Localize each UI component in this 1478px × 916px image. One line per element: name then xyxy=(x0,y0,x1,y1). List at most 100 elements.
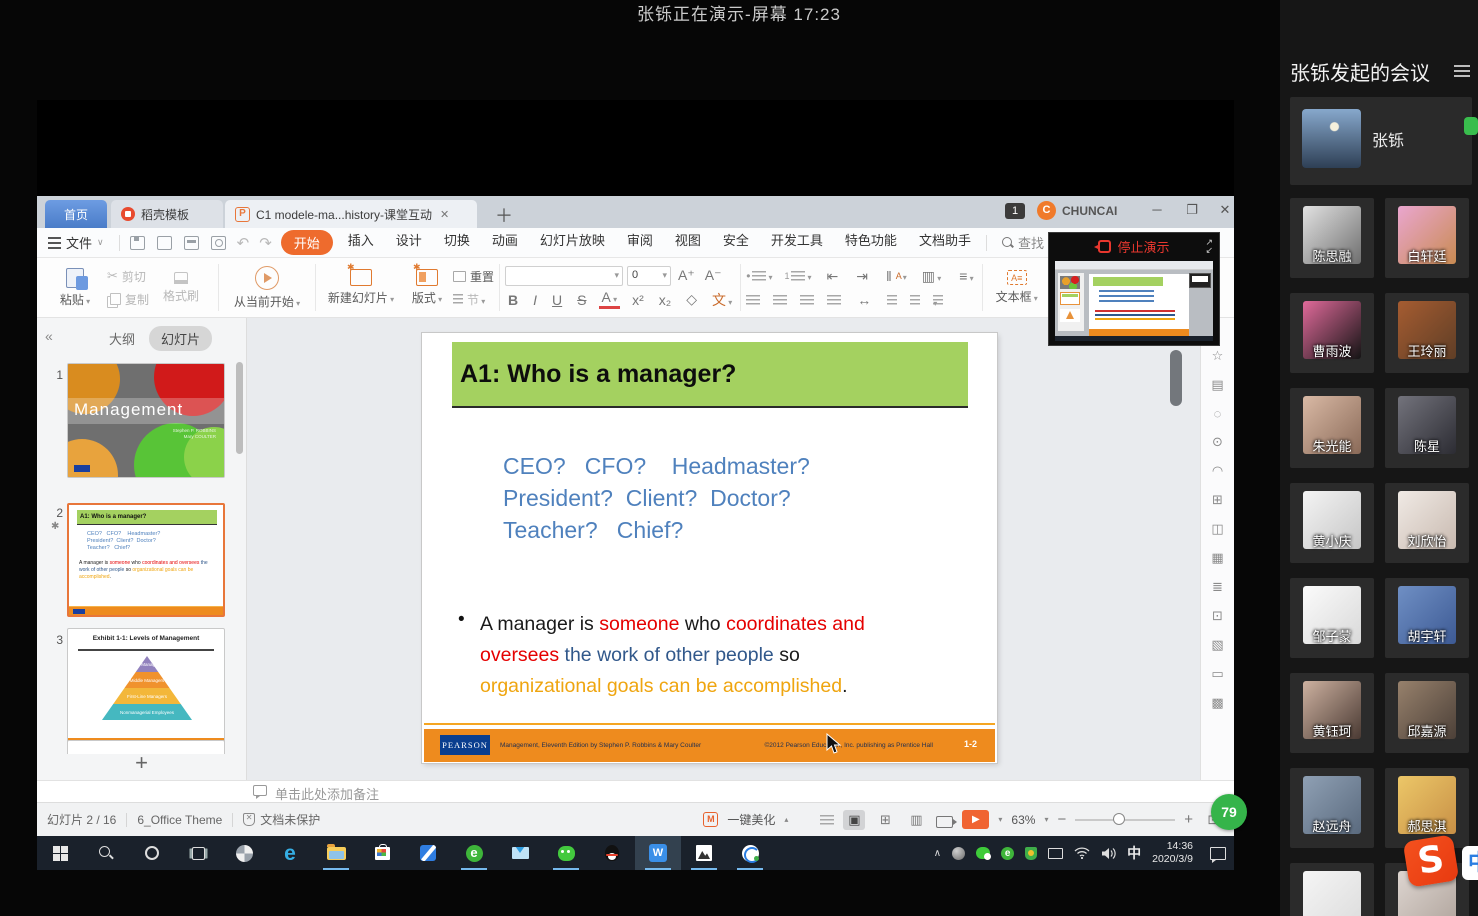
undo-icon[interactable]: ↶ xyxy=(237,234,250,252)
tray-browser-icon[interactable]: e xyxy=(1001,847,1014,860)
taskbar-app-edge[interactable]: e xyxy=(267,836,313,870)
theme-name[interactable]: 6_Office Theme xyxy=(137,813,222,827)
participant-tile[interactable]: 白轩廷 xyxy=(1385,198,1469,278)
current-slide[interactable]: A1: Who is a manager? CEO? CFO? Headmast… xyxy=(422,333,997,763)
menu-item[interactable]: 文档助手 xyxy=(908,230,982,255)
taskbar-app-360[interactable] xyxy=(221,836,267,870)
bullet-list-button[interactable]: • xyxy=(746,269,772,283)
menu-item[interactable]: 幻灯片放映 xyxy=(529,230,616,255)
align-left-button[interactable] xyxy=(746,295,760,305)
image-pane-icon[interactable]: ▩ xyxy=(1211,695,1223,711)
comment-pane-icon[interactable]: ▭ xyxy=(1211,666,1223,682)
wps-restore-button[interactable]: ❐ xyxy=(1182,202,1202,218)
display-options-button[interactable] xyxy=(820,815,834,825)
slide-thumbnail-2-selected[interactable]: A1: Who is a manager? CEO? CFO? Headmast… xyxy=(67,503,225,617)
tray-orb-icon[interactable] xyxy=(952,847,965,860)
taskbar-search-button[interactable] xyxy=(83,836,129,870)
justify-button[interactable] xyxy=(827,295,841,305)
participant-tile[interactable]: 赵远舟 xyxy=(1290,768,1374,848)
new-slide-button[interactable]: 新建幻灯片 xyxy=(321,262,401,313)
cut-button[interactable]: ✂剪切 xyxy=(107,268,149,285)
participant-tile[interactable]: 陈星 xyxy=(1385,388,1469,468)
sogou-ime-overlay[interactable]: S 中 xyxy=(1406,838,1478,884)
reading-view-button[interactable]: ▥ xyxy=(905,810,927,830)
wps-close-button[interactable]: ✕ xyxy=(1215,202,1235,218)
stop-presenting-button[interactable]: 停止演示 xyxy=(1049,233,1219,259)
participant-tile[interactable]: 曹雨波 xyxy=(1290,293,1374,373)
taskbar-app-mail[interactable] xyxy=(497,836,543,870)
export-icon[interactable]: ▧ xyxy=(1211,637,1223,653)
taskbar-app-store[interactable] xyxy=(359,836,405,870)
paste-button[interactable]: 粘贴 xyxy=(43,262,107,313)
layout-button[interactable]: 版式 xyxy=(401,262,453,313)
menu-item[interactable]: 视图 xyxy=(664,230,712,255)
menu-item[interactable]: 审阅 xyxy=(616,230,664,255)
participant-tile[interactable]: 郝思淇 xyxy=(1385,768,1469,848)
tab-current-document[interactable]: P C1 modele-ma...history-课堂互动 ✕ xyxy=(225,200,477,228)
spacing-options-button[interactable] xyxy=(933,295,943,305)
menu-home[interactable]: 开始 xyxy=(281,230,333,255)
align-right-button[interactable] xyxy=(800,295,814,305)
subscript-button[interactable]: x₂ xyxy=(656,292,674,308)
section-button[interactable]: 节 xyxy=(453,291,494,308)
align-center-button[interactable] xyxy=(773,295,787,305)
account-chip[interactable]: C CHUNCAI xyxy=(1037,201,1117,220)
taskbar-app-browser[interactable]: e xyxy=(451,836,497,870)
zoom-in-button[interactable]: + xyxy=(1184,811,1193,828)
save-icon[interactable] xyxy=(130,236,145,250)
tab-home[interactable]: 首页 xyxy=(45,200,107,228)
tab-docer-templates[interactable]: 稻壳模板 xyxy=(111,200,223,228)
participant-tile[interactable]: 朱光能 xyxy=(1290,388,1374,468)
taskbar-clock[interactable]: 14:362020/3/9 xyxy=(1152,840,1193,866)
align-text-button[interactable]: ≡ xyxy=(956,268,976,284)
normal-view-button[interactable]: ▣ xyxy=(843,810,865,830)
copy-button[interactable]: 复制 xyxy=(107,291,149,308)
find-menu[interactable]: 查找 xyxy=(991,233,1055,252)
menu-item[interactable]: 特色功能 xyxy=(834,230,908,255)
beautify-button[interactable]: 一键美化 xyxy=(727,811,775,828)
collapse-panel-icon[interactable]: « xyxy=(45,328,53,344)
menu-item[interactable]: 开发工具 xyxy=(760,230,834,255)
wifi-icon[interactable] xyxy=(1074,847,1090,859)
chart-icon[interactable]: ▦ xyxy=(1211,550,1223,566)
menu-item[interactable]: 安全 xyxy=(712,230,760,255)
slide-bullet-block[interactable]: A manager is someone who coordinates and… xyxy=(458,609,898,702)
participant-tile[interactable]: 黄钰珂 xyxy=(1290,673,1374,753)
protection-status[interactable]: 文档未保护 xyxy=(260,811,320,828)
stop-presenting-float-window[interactable]: 停止演示 ↗↙ xyxy=(1048,232,1220,346)
print-icon[interactable] xyxy=(184,236,199,250)
decrease-font-button[interactable]: A⁻ xyxy=(702,267,725,284)
participant-tile[interactable] xyxy=(1290,863,1374,916)
taskbar-app-wps[interactable]: W xyxy=(635,836,681,870)
wps-minimize-button[interactable]: ─ xyxy=(1147,202,1167,217)
notes-placeholder[interactable]: 单击此处添加备注 xyxy=(275,784,379,803)
zoom-out-button[interactable]: − xyxy=(1057,811,1066,828)
ime-indicator[interactable]: 中 xyxy=(1127,843,1141,863)
increase-font-button[interactable]: A⁺ xyxy=(675,267,698,284)
phonetic-button[interactable]: 文 xyxy=(709,290,735,310)
notes-bar[interactable]: 单击此处添加备注 xyxy=(37,780,1234,802)
panel-scrollbar[interactable] xyxy=(236,362,243,454)
new-tab-button[interactable]: ＋ xyxy=(495,202,513,228)
cloud-icon[interactable]: ◠ xyxy=(1212,463,1223,479)
play-options-caret-icon[interactable]: ▾ xyxy=(998,815,1002,824)
tab-outline[interactable]: 大纲 xyxy=(97,326,147,351)
add-slide-button[interactable]: + xyxy=(37,750,246,776)
taskbar-app-explorer[interactable] xyxy=(313,836,359,870)
tab-count-badge[interactable]: 1 xyxy=(1005,203,1025,219)
settings-icon[interactable]: ⊙ xyxy=(1212,434,1223,450)
numbered-list-button[interactable]: 1 xyxy=(784,269,811,283)
layout-pane-icon[interactable]: ◫ xyxy=(1211,521,1223,537)
distribute-button[interactable]: ↔ xyxy=(854,292,874,308)
slide-title-banner[interactable]: A1: Who is a manager? xyxy=(452,342,968,408)
tray-display-icon[interactable] xyxy=(1048,848,1063,859)
decrease-indent-button[interactable]: ⇤ xyxy=(824,268,842,285)
slideshow-view-icon[interactable] xyxy=(936,816,953,828)
tray-wechat-icon[interactable] xyxy=(976,847,990,859)
volume-icon[interactable] xyxy=(1101,847,1116,860)
participant-tile[interactable]: 邱嘉源 xyxy=(1385,673,1469,753)
output-icon[interactable] xyxy=(157,236,172,250)
text-direction-button[interactable]: ‖A xyxy=(883,268,907,284)
favorites-icon[interactable]: ☆ xyxy=(1212,348,1224,364)
strikethrough-button[interactable]: S xyxy=(574,292,589,308)
